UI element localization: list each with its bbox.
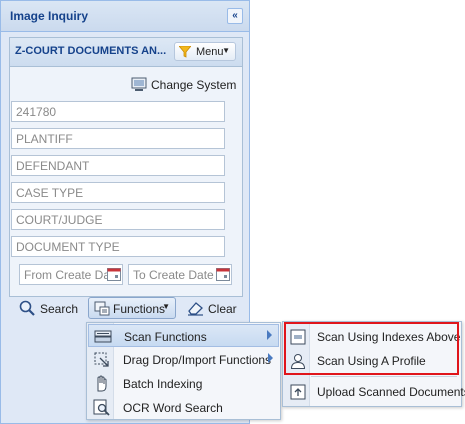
functions-menu: Scan Functions Drag Drop/Import Function… — [86, 322, 281, 420]
computer-icon — [131, 77, 147, 91]
submenu-arrow-icon — [268, 353, 273, 363]
submenu-item-upload-scanned[interactable]: Upload Scanned Documents — [284, 380, 465, 404]
eraser-icon — [188, 302, 203, 316]
to-create-date-text: To Create Date — [133, 268, 214, 282]
hand-icon — [97, 375, 107, 392]
search-label: Search — [40, 302, 79, 316]
menu-item-label: Drag Drop/Import Functions — [123, 353, 272, 367]
menu-item-label: OCR Word Search — [123, 401, 223, 415]
from-create-date-text: From Create Da — [24, 268, 111, 282]
calendar-icon[interactable] — [216, 267, 230, 281]
submenu-arrow-icon — [267, 330, 272, 340]
menu-button[interactable]: Menu ▼ — [174, 42, 236, 61]
funnel-icon — [179, 46, 191, 58]
search-button[interactable]: Search — [19, 297, 79, 319]
section-header: Z-COURT DOCUMENTS AN... Menu ▼ — [10, 38, 242, 67]
defendant-field[interactable]: DEFENDANT — [11, 155, 225, 176]
menu-item-scan-functions[interactable]: Scan Functions — [88, 324, 279, 347]
section-title: Z-COURT DOCUMENTS AN... — [15, 45, 167, 57]
functions-button[interactable]: Functions ▼ — [88, 297, 176, 319]
plaintiff-field[interactable]: PLANTIFF — [11, 128, 225, 149]
panel-title: Image Inquiry — [10, 9, 89, 23]
case-type-field[interactable]: CASE TYPE — [11, 182, 225, 203]
clear-button[interactable]: Clear — [187, 297, 237, 319]
submenu-separator — [311, 376, 457, 377]
ocr-search-icon — [93, 399, 110, 416]
court-judge-field[interactable]: COURT/JUDGE — [11, 209, 225, 230]
case-number-field[interactable]: 241780 — [11, 101, 225, 122]
to-create-date-field[interactable]: To Create Date — [128, 264, 232, 285]
menu-button-label: Menu — [196, 46, 224, 58]
calendar-icon[interactable] — [107, 267, 121, 281]
functions-label: Functions — [113, 302, 166, 316]
highlight-box — [284, 322, 459, 375]
document-type-field[interactable]: DOCUMENT TYPE — [11, 236, 225, 257]
clear-label: Clear — [208, 302, 237, 316]
submenu-item-label: Upload Scanned Documents — [317, 385, 465, 399]
drag-drop-icon — [94, 352, 109, 367]
from-create-date-field[interactable]: From Create Da — [19, 264, 123, 285]
functions-icon — [94, 301, 110, 316]
menu-item-ocr-word-search[interactable]: OCR Word Search — [88, 396, 279, 419]
menu-item-label: Batch Indexing — [123, 377, 203, 391]
menu-item-batch-indexing[interactable]: Batch Indexing — [88, 372, 279, 395]
panel-header: Image Inquiry « — [1, 1, 249, 32]
scanner-icon — [94, 330, 112, 343]
menu-item-label: Scan Functions — [124, 330, 207, 344]
change-system-label: Change System — [151, 78, 237, 92]
collapse-icon[interactable]: « — [227, 8, 243, 24]
caret-down-icon: ▼ — [162, 302, 170, 311]
search-icon — [19, 300, 35, 316]
change-system-button[interactable]: Change System — [131, 76, 237, 94]
upload-icon — [290, 384, 306, 400]
caret-down-icon: ▼ — [222, 46, 230, 55]
menu-item-drag-drop-import[interactable]: Drag Drop/Import Functions — [88, 348, 279, 371]
